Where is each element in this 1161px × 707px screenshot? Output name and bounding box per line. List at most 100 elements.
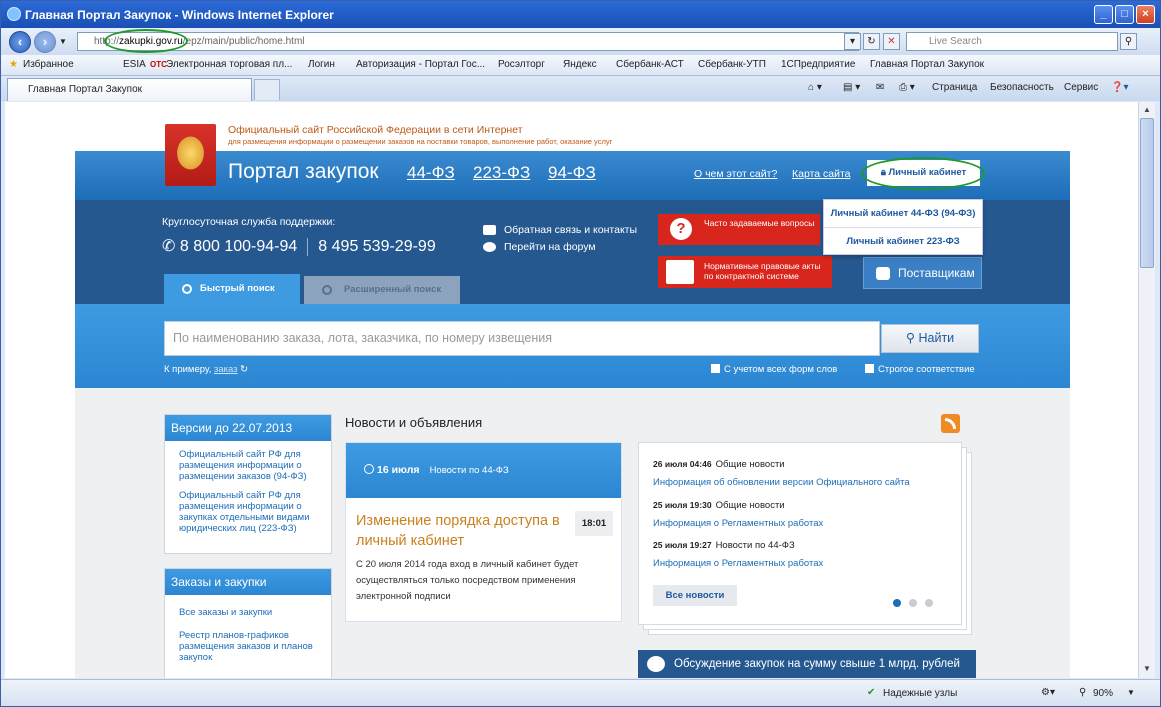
tab-extended-search[interactable]: Расширенный поиск xyxy=(304,276,460,304)
protected-mode-icon[interactable]: ⚙▾ xyxy=(1041,687,1055,698)
forward-arrow-icon[interactable]: › xyxy=(34,31,56,53)
vertical-scrollbar[interactable]: ▲ ▼ xyxy=(1138,102,1155,678)
minimize-button[interactable]: _ xyxy=(1094,5,1113,24)
fav-sberbank-ast[interactable]: Сбербанк-АСТ xyxy=(616,59,684,70)
news-link[interactable]: Информация о Регламентных работах xyxy=(653,518,823,529)
question-icon: ? xyxy=(670,218,692,240)
search-input[interactable]: По наименованию заказа, лота, заказчика,… xyxy=(164,321,880,356)
dropdown-arrow-icon[interactable]: ▼ xyxy=(59,37,67,46)
all-news-button[interactable]: Все новости xyxy=(653,585,737,606)
scroll-up-icon[interactable]: ▲ xyxy=(1140,103,1154,117)
checkbox-word-forms[interactable]: С учетом всех форм слов xyxy=(711,364,837,375)
carousel-dot[interactable] xyxy=(909,599,917,607)
close-button[interactable]: × xyxy=(1136,5,1155,24)
cabinet-44-link[interactable]: Личный кабинет 44-ФЗ (94-ФЗ) xyxy=(824,200,982,228)
example-label: К примеру, xyxy=(164,364,212,375)
fav-roseltorg[interactable]: Росэлторг xyxy=(498,59,545,70)
news-list: 26 июля 04:46 Общие новости Информация об … xyxy=(638,442,962,625)
featured-title[interactable]: Изменение порядка доступа в личный кабин… xyxy=(356,511,566,551)
favorites-bar: ★ Избранное ESIA OTC Электронная торгова… xyxy=(1,55,1160,76)
all-orders-link[interactable]: Все заказы и закупки xyxy=(165,607,331,618)
carousel-dot[interactable] xyxy=(925,599,933,607)
scroll-thumb[interactable] xyxy=(1140,118,1154,268)
tab-quick-search[interactable]: Быстрый поиск xyxy=(164,274,300,304)
url-dropdown-icon[interactable]: ▾ xyxy=(844,33,861,50)
fav-sberbank-utp[interactable]: Сбербанк-УТП xyxy=(698,59,766,70)
new-tab-button[interactable] xyxy=(254,79,280,100)
service-menu[interactable]: Сервис xyxy=(1064,82,1098,93)
help-icon[interactable]: ❓▾ xyxy=(1111,82,1128,93)
version-223-link[interactable]: Официальный сайт РФ для размещения инфор… xyxy=(165,490,331,534)
plans-registry-link[interactable]: Реестр планов-графиков размещения заказо… xyxy=(165,630,331,663)
highlight-circle-cabinet xyxy=(861,157,985,190)
news-link[interactable]: Информация об обновлении версии Официаль… xyxy=(653,477,910,488)
faq-button[interactable]: ? Часто задаваемые вопросы xyxy=(658,214,820,245)
official-subline: для размещения информации о размещении з… xyxy=(228,137,613,146)
url-path: /epz/main/public/home.html xyxy=(182,36,305,47)
page-menu[interactable]: Страница xyxy=(932,82,977,93)
sitemap-link[interactable]: Карта сайта xyxy=(792,168,851,180)
portal-title[interactable]: Портал закупок xyxy=(228,160,379,184)
suppliers-button[interactable]: Поставщикам xyxy=(863,257,982,289)
mail-icon[interactable]: ✉ xyxy=(876,82,884,93)
news-link[interactable]: Информация о Регламентных работах xyxy=(653,558,823,569)
address-bar: ‹ › ▼ http://zakupki.gov.ru/epz/main/pub… xyxy=(1,28,1160,55)
law-44-link[interactable]: 44-ФЗ xyxy=(407,163,455,183)
news-date: 26 июля 04:46 xyxy=(653,459,712,469)
favorites-label[interactable]: Избранное xyxy=(23,59,74,70)
versions-box: Версии до 22.07.2013 Официальный сайт РФ… xyxy=(164,414,332,554)
maximize-button[interactable]: □ xyxy=(1115,5,1134,24)
fav-portal[interactable]: Главная Портал Закупок xyxy=(870,59,984,70)
carousel-dot[interactable] xyxy=(893,599,901,607)
discussion-banner[interactable]: Обсуждение закупок на сумму свыше 1 млрд… xyxy=(638,650,976,678)
featured-category: Новости по 44-ФЗ xyxy=(429,465,509,476)
print-icon[interactable]: ⎙ ▾ xyxy=(899,82,915,93)
forum-link[interactable]: Перейти на форум xyxy=(483,241,596,253)
zoom-level[interactable]: 90% xyxy=(1093,688,1113,699)
laws-button[interactable]: Нормативные правовые акты по контрактной… xyxy=(658,256,832,288)
find-button[interactable]: ⚲ Найти xyxy=(881,324,979,353)
zoom-dropdown-icon[interactable]: ▼ xyxy=(1127,688,1135,697)
laws-label: Нормативные правовые акты по контрактной… xyxy=(704,261,821,281)
fav-gosuslugi[interactable]: Авторизация - Портал Гос... xyxy=(356,59,485,70)
about-link[interactable]: О чем этот сайт? xyxy=(694,168,777,180)
clock-icon xyxy=(182,284,192,294)
discussion-label: Обсуждение закупок на сумму свыше 1 млрд… xyxy=(674,658,960,670)
featured-date: 16 июля xyxy=(377,464,420,476)
news-heading: Новости и объявления xyxy=(345,415,483,430)
law-94-link[interactable]: 94-ФЗ xyxy=(548,163,596,183)
url-input[interactable]: http://zakupki.gov.ru/epz/main/public/ho… xyxy=(77,29,859,53)
cabinet-223-link[interactable]: Личный кабинет 223-ФЗ xyxy=(824,228,982,256)
fav-yandex[interactable]: Яндекс xyxy=(563,59,597,70)
tab-quick-label: Быстрый поиск xyxy=(200,283,275,294)
rss-icon[interactable] xyxy=(941,414,960,433)
checkbox-strict[interactable]: Строгое соответствие xyxy=(865,364,975,375)
clock-icon xyxy=(364,464,374,474)
support-label: Круглосуточная служба поддержки: xyxy=(162,216,336,228)
home-icon[interactable]: ⌂ ▾ xyxy=(808,82,822,93)
featured-news-card[interactable]: 16 июля Новости по 44-ФЗ Изменение порядк… xyxy=(345,442,622,622)
web-content: Официальный сайт Российской Федерации в … xyxy=(5,102,1138,678)
zoom-icon[interactable]: ⚲ xyxy=(1079,687,1086,698)
feedback-link[interactable]: Обратная связь и контакты xyxy=(483,224,637,236)
back-arrow-icon[interactable]: ‹ xyxy=(9,31,31,53)
stop-icon[interactable]: ✕ xyxy=(883,33,900,50)
tab-active[interactable]: Главная Портал Закупок xyxy=(7,78,252,101)
emblem-overlay xyxy=(165,124,216,186)
scroll-down-icon[interactable]: ▼ xyxy=(1140,662,1154,676)
example-link[interactable]: заказ xyxy=(214,364,238,375)
law-223-link[interactable]: 223-ФЗ xyxy=(473,163,530,183)
faq-label: Часто задаваемые вопросы xyxy=(704,218,815,228)
version-94-link[interactable]: Официальный сайт РФ для размещения инфор… xyxy=(165,449,331,482)
live-search-input[interactable]: Live Search xyxy=(906,32,1118,51)
title-bar: Главная Портал Закупок - Windows Interne… xyxy=(1,1,1160,28)
search-icon[interactable]: ⚲ xyxy=(1120,33,1137,50)
fav-otc[interactable]: Электронная торговая пл... xyxy=(166,59,292,70)
fav-login[interactable]: Логин xyxy=(308,59,335,70)
fav-1c[interactable]: 1СПредприятие xyxy=(781,59,855,70)
safety-menu[interactable]: Безопасность xyxy=(990,82,1054,93)
fav-esia[interactable]: ESIA xyxy=(123,59,146,70)
refresh-icon[interactable]: ↻ xyxy=(863,33,880,50)
refresh-icon[interactable]: ↻ xyxy=(240,364,248,375)
feeds-icon[interactable]: ▤ ▾ xyxy=(843,82,860,93)
